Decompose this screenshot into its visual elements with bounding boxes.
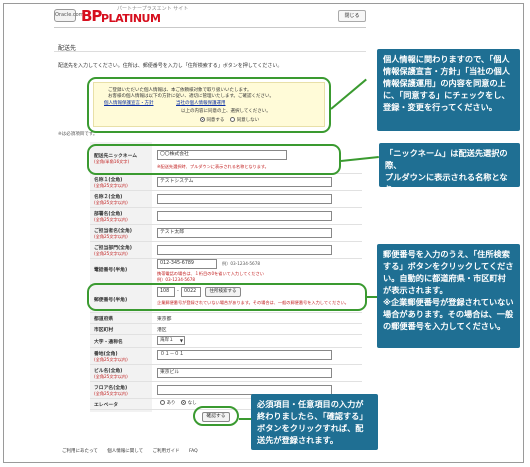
name1-input[interactable]: テストシステム — [157, 177, 332, 187]
site-header: Oracle.com BP PLATINUM パートナープラスエント サイト 閉… — [54, 6, 366, 28]
name1-label: 名称１(全角) (全角25文字以内) — [94, 176, 128, 189]
pref-value: 東京都 — [157, 317, 172, 322]
name2-input[interactable] — [157, 194, 332, 204]
name2-sub: (全角25文字以内) — [94, 200, 128, 205]
contact-dept-label: ご担当部門(全角) (全角25文字以内) — [94, 244, 132, 257]
elevator-yes-label: あり — [166, 401, 176, 406]
zip-callout: 郵便番号を入力のうえ、「住所検索 する」ボタンをクリックしてくださ い。自動的に… — [377, 244, 520, 348]
street-input[interactable]: ０１－０１ — [157, 350, 332, 360]
dept-sub: (全角25文字以内) — [94, 217, 128, 222]
close-button[interactable]: 閉じる — [338, 10, 366, 22]
contact-input[interactable]: テスト太郎 — [157, 228, 332, 238]
floor-label: フロア名(全角) (全角25文字以内) — [94, 384, 128, 397]
name1-sub: (全角25文字以内) — [94, 183, 128, 188]
row-divider — [90, 224, 362, 225]
street-sub: (全角25文字以内) — [94, 357, 128, 362]
privacy-highlight — [87, 77, 331, 133]
footer-link-usage[interactable]: ご利用にあたって — [62, 449, 98, 454]
elevator-label: エレベータ — [94, 403, 118, 408]
elevator-no-radio[interactable] — [181, 400, 187, 405]
logo-subtitle: パートナープラスエント サイト — [117, 6, 189, 12]
row-divider — [90, 258, 362, 259]
dept-input[interactable] — [157, 211, 332, 221]
title-divider — [54, 51, 366, 52]
elevator-no-label: なし — [187, 401, 197, 406]
oracle-logo: Oracle.com — [54, 9, 84, 22]
nickname-highlight — [87, 144, 341, 175]
building-label: ビル名(全角) (全角25文字以内) — [94, 367, 128, 380]
footer-link-guide[interactable]: ご利用ガイド — [153, 449, 180, 454]
row-divider — [90, 190, 362, 191]
row-divider — [90, 207, 362, 208]
area-label: 大字・通称名 — [94, 340, 123, 345]
row-divider — [90, 312, 362, 313]
row-divider — [90, 323, 362, 324]
confirm-highlight — [193, 406, 239, 426]
row-divider — [90, 364, 362, 365]
row-divider — [90, 381, 362, 382]
row-divider — [90, 334, 362, 335]
city-value: 港区 — [157, 328, 167, 333]
footer-link-faq[interactable]: FAQ — [189, 449, 198, 454]
confirm-pointer — [239, 418, 251, 420]
elevator-yes-radio[interactable] — [160, 400, 165, 405]
row-divider — [90, 347, 362, 348]
privacy-callout: 個人情報に関わりますので、「個人 情報保護宣言・方針」「当社の個人 情報保護運用… — [377, 49, 520, 131]
city-label: 市区町村 — [94, 328, 114, 333]
building-input[interactable]: 東京ビル — [157, 368, 332, 378]
area-select[interactable]: 海岸１ — [157, 336, 185, 345]
contact-dept-input[interactable] — [157, 245, 332, 255]
intro-text: 配送先を入力してください。住所は、郵便番号を入力し「住所検索する」ボタンを押して… — [58, 63, 283, 69]
name2-label: 名称２(全角) (全角25文字以内) — [94, 193, 128, 206]
footer-link-privacy[interactable]: 個人情報に関して — [107, 449, 143, 454]
platinum-logo: PLATINUM — [101, 12, 161, 25]
elevator-options: あり なし — [160, 400, 197, 406]
phone-input[interactable]: 012-345-6789 — [157, 259, 217, 269]
phone-example: 例）03-1234-5678 — [222, 261, 261, 266]
footer-links: ご利用にあたって 個人情報に関して ご利用ガイド FAQ — [62, 448, 206, 454]
zip-pointer — [367, 296, 377, 298]
contact-sub: (全角25文字以内) — [94, 234, 128, 239]
contact-dept-sub: (全角25文字以内) — [94, 251, 128, 256]
building-sub: (全角25文字以内) — [94, 374, 128, 379]
nickname-callout: 「ニックネーム」は配送先選択の際、 プルダウンに表示される名称となり ます。 — [379, 143, 520, 206]
row-divider — [90, 241, 362, 242]
confirm-callout: 必須項目・任意項目の入力が 終わりましたら、「確認する」 ボタンをクリックすれば… — [251, 394, 378, 450]
contact-label: ご担当者名(全角) (全角25文字以内) — [94, 227, 132, 240]
zip-highlight — [87, 283, 367, 311]
phone-label: 電話番号(半角) — [94, 268, 128, 273]
street-label: 番地(全角) (全角25文字以内) — [94, 350, 128, 363]
floor-sub: (全角25文字以内) — [94, 391, 128, 396]
bp-logo: BP — [81, 7, 102, 25]
pref-label: 都道府県 — [94, 317, 114, 322]
dept-label: 部署名(全角) (全角25文字以内) — [94, 210, 128, 223]
